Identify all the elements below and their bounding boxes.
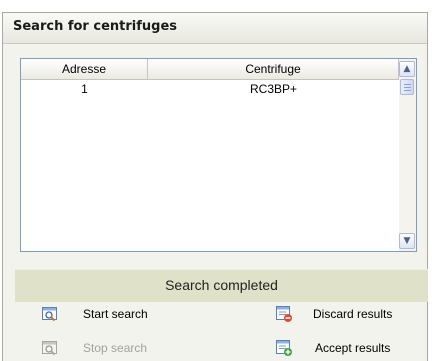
column-header-adresse[interactable]: Adresse [21,59,148,80]
discard-results-label: Discard results [313,307,393,321]
results-table[interactable]: Adresse Centrifuge 1 RC3BP+ ▲ ▼ [20,58,417,252]
search-icon [42,307,57,322]
dialog-titlebar: Search for centrifuges [3,13,427,44]
stop-search-label: Stop search [83,341,148,355]
scroll-thumb[interactable] [400,79,414,95]
start-search-button[interactable]: Start search [41,303,181,325]
start-search-label: Start search [83,307,148,321]
discard-icon [276,306,292,322]
table-row[interactable]: 1 RC3BP+ [21,81,399,97]
accept-results-label: Accept results [315,341,391,355]
column-header-centrifuge[interactable]: Centrifuge [148,59,399,80]
cell-centrifuge: RC3BP+ [249,82,298,96]
accept-icon [276,340,292,356]
chevron-down-icon: ▼ [403,236,411,246]
cell-adresse: 1 [81,82,88,96]
status-bar: Search completed [15,269,428,302]
chevron-up-icon: ▲ [403,64,411,74]
vertical-scrollbar[interactable]: ▲ ▼ [399,59,416,251]
scroll-up-button[interactable]: ▲ [399,61,415,77]
stop-search-button[interactable]: Stop search [41,337,181,359]
discard-results-button[interactable]: Discard results [275,303,425,325]
scroll-down-button[interactable]: ▼ [399,233,415,249]
search-centrifuges-dialog: Search for centrifuges Adresse Centrifug… [2,12,428,361]
accept-results-button[interactable]: Accept results [275,337,425,359]
search-icon [42,341,57,356]
dialog-title: Search for centrifuges [13,19,178,34]
